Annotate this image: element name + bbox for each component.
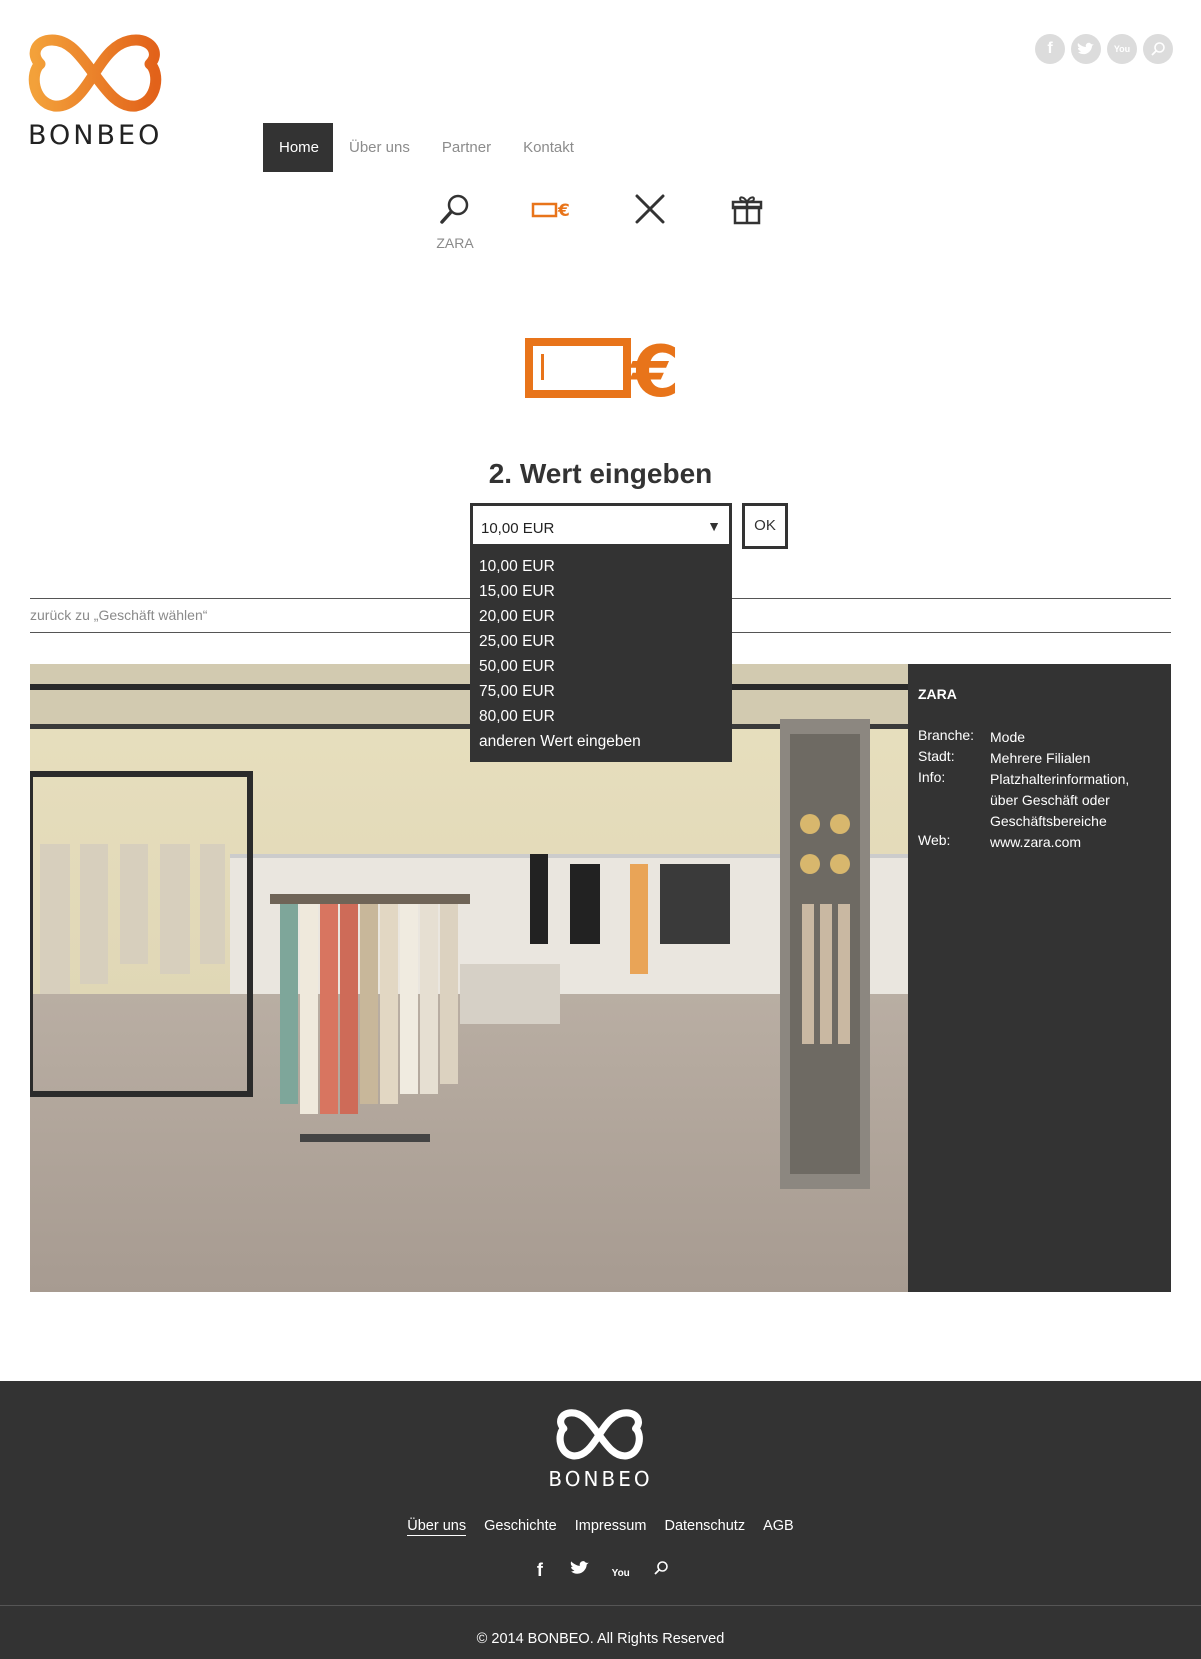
store-info-row: Branche: Mode	[918, 727, 1160, 748]
main-nav: Home Über uns Partner Kontakt	[263, 123, 590, 172]
step-title: 2. Wert eingeben	[488, 458, 713, 489]
chevron-down-icon: ▼	[707, 518, 721, 534]
store-info-row: Stadt: Mehrere Filialen	[918, 748, 1160, 769]
voucher-euro-large-icon: €	[525, 331, 680, 413]
value-select[interactable]: 10,00 EUR ▼	[470, 503, 732, 547]
footer-link-datenschutz[interactable]: Datenschutz	[664, 1518, 745, 1534]
search-icon	[440, 194, 469, 224]
value-option[interactable]: 25,00 EUR	[470, 629, 732, 654]
store-info-key: Branche:	[918, 727, 975, 743]
footer: BONBEO Über uns Geschichte Impressum Dat…	[0, 1381, 1201, 1659]
footer-social: f You	[0, 1560, 1201, 1581]
value-option[interactable]: 75,00 EUR	[470, 679, 732, 704]
search-icon[interactable]	[648, 1560, 674, 1581]
copyright: © 2014 BONBEO. All Rights Reserved	[476, 1631, 725, 1647]
youtube-icon[interactable]: You	[1107, 34, 1137, 64]
value-option[interactable]: 15,00 EUR	[470, 579, 732, 604]
pen-brush-icon	[635, 194, 665, 224]
value-option[interactable]: 10,00 EUR	[470, 554, 732, 579]
footer-logo-text: BONBEO	[548, 1467, 653, 1491]
step-value[interactable]: €	[517, 192, 587, 231]
twitter-icon[interactable]	[1071, 34, 1101, 64]
facebook-icon[interactable]: f	[527, 1560, 553, 1581]
store-website-link[interactable]: www.zara.com	[990, 832, 1160, 853]
value-select-current: 10,00 EUR	[481, 520, 555, 537]
value-option-custom[interactable]: anderen Wert eingeben	[470, 729, 732, 754]
facebook-icon[interactable]: f	[1035, 34, 1065, 64]
twitter-icon[interactable]	[567, 1560, 593, 1581]
nav-ueber-uns[interactable]: Über uns	[333, 123, 426, 172]
value-option[interactable]: 20,00 EUR	[470, 604, 732, 629]
footer-link-geschichte[interactable]: Geschichte	[484, 1518, 557, 1534]
store-info-key: Web:	[918, 832, 951, 848]
store-photo	[30, 664, 908, 1292]
store-info-row: Info: Platzhalterinformation, über Gesch…	[918, 769, 1140, 832]
nav-kontakt[interactable]: Kontakt	[507, 123, 590, 172]
footer-links: Über uns Geschichte Impressum Datenschut…	[0, 1518, 1201, 1536]
gift-icon	[731, 196, 763, 225]
footer-link-ueber-uns[interactable]: Über uns	[407, 1518, 467, 1536]
store-info-value: Mehrere Filialen	[990, 750, 1091, 766]
footer-link-impressum[interactable]: Impressum	[575, 1518, 647, 1534]
ok-button[interactable]: OK	[742, 503, 788, 549]
value-option[interactable]: 80,00 EUR	[470, 704, 732, 729]
voucher-euro-icon: €	[531, 201, 570, 221]
step-gift[interactable]	[712, 192, 782, 231]
logo-text: BONBEO	[28, 120, 163, 151]
store-info-key: Stadt:	[918, 748, 955, 764]
store-info-row: Web: www.zara.com	[918, 832, 1160, 853]
back-to-shop-link[interactable]: zurück zu „Geschäft wählen“	[30, 607, 207, 623]
value-option[interactable]: 50,00 EUR	[470, 654, 732, 679]
footer-divider	[0, 1605, 1201, 1606]
bonbeo-logo[interactable]: BONBEO	[28, 32, 166, 156]
step-shop-label: ZARA	[436, 235, 474, 251]
store-info-panel: ZARA Branche: Mode Stadt: Mehrere Filial…	[908, 664, 1171, 1292]
store-info-value: Mode	[990, 729, 1026, 745]
nav-home[interactable]: Home	[263, 123, 333, 172]
step-design[interactable]	[615, 192, 685, 231]
footer-logo-mark-icon	[556, 1409, 643, 1460]
svg-text:€: €	[629, 336, 677, 402]
store-name: ZARA	[918, 686, 957, 702]
footer-link-agb[interactable]: AGB	[763, 1518, 794, 1534]
svg-text:€: €	[557, 201, 570, 221]
store-info-value: Platzhalterinformation, über Geschäft od…	[990, 771, 1130, 829]
social-links-top: f You	[1035, 34, 1173, 64]
logo-mark-icon	[28, 34, 162, 112]
store-info-key: Info:	[918, 769, 946, 785]
search-icon[interactable]	[1143, 34, 1173, 64]
youtube-icon[interactable]: You	[608, 1568, 634, 1579]
step-shop[interactable]: ZARA	[420, 192, 490, 251]
value-dropdown-list: 10,00 EUR 15,00 EUR 20,00 EUR 25,00 EUR …	[470, 547, 732, 762]
nav-partner[interactable]: Partner	[426, 123, 507, 172]
